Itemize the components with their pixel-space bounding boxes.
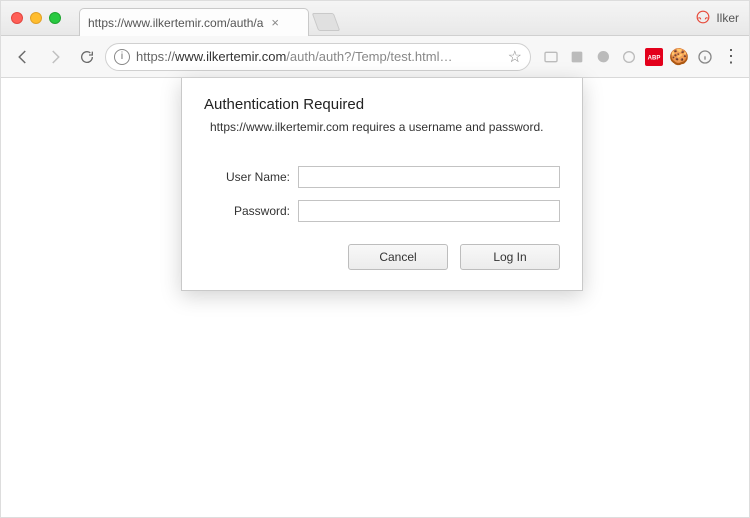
browser-menu-button[interactable]: ⋮ <box>721 47 741 67</box>
page-content: Authentication Required https://www.ilke… <box>1 78 749 517</box>
username-input[interactable] <box>298 166 560 188</box>
site-info-icon[interactable]: i <box>114 49 130 65</box>
username-row: User Name: <box>204 166 560 188</box>
new-tab-button[interactable] <box>312 13 341 31</box>
profile-icon <box>696 10 710 27</box>
info-extension-icon[interactable] <box>695 47 715 67</box>
password-label: Password: <box>204 204 290 218</box>
extension-icons: ABP 🍪 ⋮ <box>541 47 741 67</box>
extension-icon-4[interactable] <box>619 47 639 67</box>
address-bar[interactable]: i https://www.ilkertemir.com/auth/auth?/… <box>105 43 531 71</box>
auth-dialog-title: Authentication Required <box>204 96 560 113</box>
extension-icon-2[interactable] <box>567 47 587 67</box>
reload-button[interactable] <box>73 43 101 71</box>
extension-icon-1[interactable] <box>541 47 561 67</box>
back-button[interactable] <box>9 43 37 71</box>
login-button[interactable]: Log In <box>460 244 560 270</box>
tab-close-icon[interactable]: × <box>271 15 279 30</box>
forward-button[interactable] <box>41 43 69 71</box>
profile-name: Ilker <box>716 11 739 25</box>
window-maximize-button[interactable] <box>49 12 61 24</box>
auth-dialog: Authentication Required https://www.ilke… <box>181 78 583 291</box>
window-minimize-button[interactable] <box>30 12 42 24</box>
traffic-lights <box>11 12 61 24</box>
password-row: Password: <box>204 200 560 222</box>
browser-toolbar: i https://www.ilkertemir.com/auth/auth?/… <box>1 36 749 78</box>
extension-icon-3[interactable] <box>593 47 613 67</box>
auth-dialog-message: https://www.ilkertemir.com requires a us… <box>210 119 560 136</box>
window-titlebar: https://www.ilkertemir.com/auth/a × Ilke… <box>1 1 749 36</box>
dialog-button-row: Cancel Log In <box>204 244 560 270</box>
tab-title: https://www.ilkertemir.com/auth/a <box>88 16 263 30</box>
window-close-button[interactable] <box>11 12 23 24</box>
password-input[interactable] <box>298 200 560 222</box>
cookie-extension-icon[interactable]: 🍪 <box>669 47 689 67</box>
username-label: User Name: <box>204 170 290 184</box>
url-text: https://www.ilkertemir.com/auth/auth?/Te… <box>136 49 502 64</box>
profile-area[interactable]: Ilker <box>696 10 739 27</box>
bookmark-star-icon[interactable]: ☆ <box>508 47 522 67</box>
cancel-button[interactable]: Cancel <box>348 244 448 270</box>
adblock-icon[interactable]: ABP <box>645 48 663 66</box>
svg-text:ABP: ABP <box>648 55 661 61</box>
browser-tab[interactable]: https://www.ilkertemir.com/auth/a × <box>79 8 309 36</box>
